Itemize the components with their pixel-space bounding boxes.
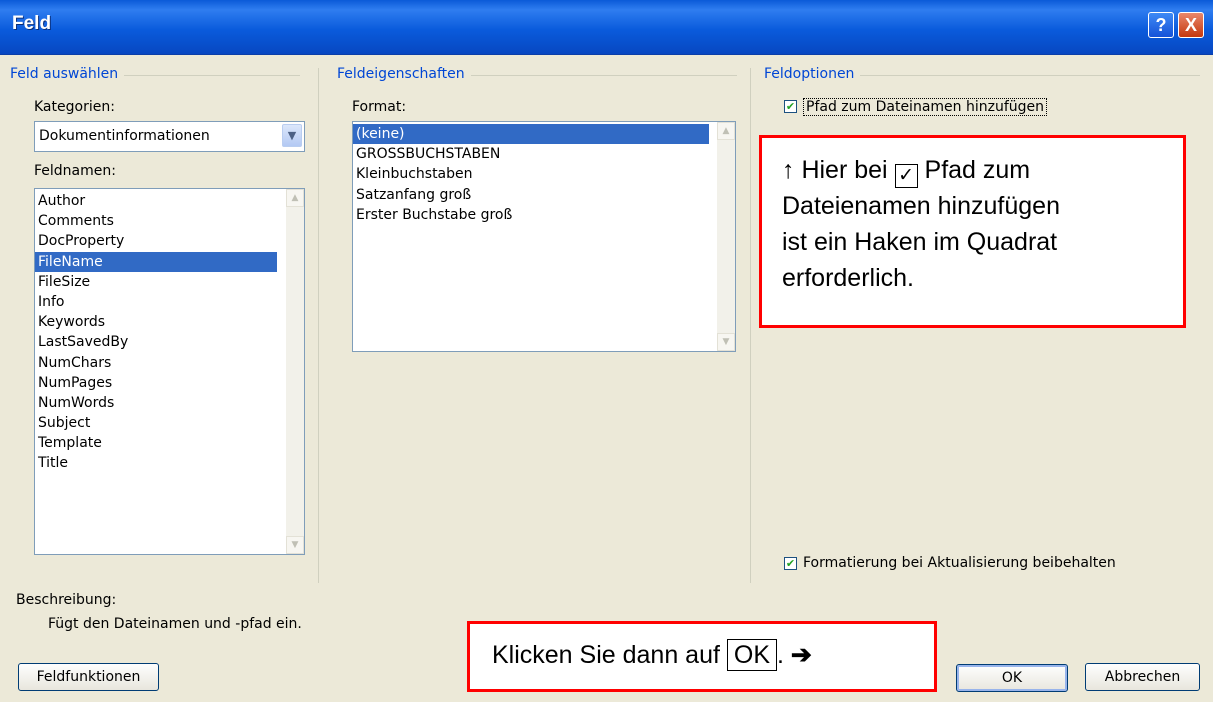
fieldname-item[interactable]: Info (35, 292, 277, 312)
format-scrollbar[interactable]: ▲ ▼ (717, 122, 735, 351)
divider-2 (750, 68, 751, 583)
checkmark-icon: ✔ (785, 100, 796, 113)
format-item[interactable]: (keine) (353, 124, 709, 145)
group-title-properties: Feldeigenschaften (337, 66, 471, 82)
field-codes-button[interactable]: Feldfunktionen (18, 663, 159, 691)
close-button[interactable]: X (1178, 12, 1204, 38)
title-bar: Feld ? X (0, 0, 1213, 55)
window-title: Feld (12, 13, 52, 34)
format-item[interactable]: Kleinbuchstaben (353, 164, 709, 184)
scroll-up-icon[interactable]: ▲ (286, 189, 304, 207)
callout-text-line-4: erforderlich. (782, 264, 914, 292)
add-path-checkbox[interactable]: ✔ (784, 100, 797, 113)
format-item[interactable]: Erster Buchstabe groß (353, 205, 709, 225)
fieldname-item[interactable]: NumPages (35, 373, 277, 393)
format-items: (keine) GROSSBUCHSTABEN Kleinbuchstaben Sat… (353, 122, 709, 225)
ok-button[interactable]: OK (956, 664, 1068, 692)
chevron-down-icon[interactable]: ▼ (282, 124, 302, 147)
format-item[interactable]: Satzanfang groß (353, 185, 709, 205)
arrow-right-icon: ➔ (790, 641, 812, 669)
checkmark-icon: ✔ (785, 557, 796, 570)
fieldname-item[interactable]: NumChars (35, 353, 277, 373)
scroll-down-icon[interactable]: ▼ (286, 536, 304, 554)
callout-text-line-2: Dateienamen hinzufügen (782, 192, 1060, 220)
fieldnames-label: Feldnamen: (34, 163, 116, 179)
callout-text-line-3: ist ein Haken im Quadrat (782, 228, 1058, 256)
scroll-up-icon[interactable]: ▲ (717, 122, 735, 140)
fieldnames-items: Author Comments DocProperty FileName FileSiz… (35, 189, 277, 474)
fieldname-item[interactable]: LastSavedBy (35, 332, 277, 352)
fieldnames-scrollbar[interactable]: ▲ ▼ (286, 189, 304, 554)
callout-text-line-1: Pfad zum (924, 156, 1031, 184)
categories-label: Kategorien: (34, 99, 115, 115)
ok-callout: Klicken Sie dann auf OK. ➔ (467, 621, 937, 692)
add-path-label[interactable]: Pfad zum Dateinamen hinzufügen (803, 98, 1048, 116)
callout-text-klicken: Klicken Sie dann auf (492, 641, 720, 669)
fieldname-item[interactable]: DocProperty (35, 231, 277, 251)
fieldname-item[interactable]: Keywords (35, 312, 277, 332)
callout-period: . (777, 641, 784, 669)
fieldname-item[interactable]: Comments (35, 211, 277, 231)
checkbox-tick-icon: ✓ (894, 164, 918, 188)
group-title-select: Feld auswählen (10, 66, 125, 82)
divider-1 (318, 68, 319, 583)
help-button[interactable]: ? (1148, 12, 1174, 38)
categories-dropdown[interactable]: Dokumentinformationen ▼ (34, 121, 305, 152)
scroll-down-icon[interactable]: ▼ (717, 333, 735, 351)
format-item[interactable]: GROSSBUCHSTABEN (353, 144, 709, 164)
description-label: Beschreibung: (16, 592, 117, 608)
cancel-button[interactable]: Abbrechen (1085, 663, 1200, 691)
fieldnames-list[interactable]: Author Comments DocProperty FileName FileSiz… (34, 188, 305, 555)
fieldname-item[interactable]: Template (35, 433, 277, 453)
callout-ok-box: OK (726, 639, 778, 671)
keep-formatting-checkbox[interactable]: ✔ (784, 557, 797, 570)
format-list[interactable]: (keine) GROSSBUCHSTABEN Kleinbuchstaben Sat… (352, 121, 736, 352)
fieldname-item[interactable]: Subject (35, 413, 277, 433)
format-label: Format: (352, 99, 407, 115)
fieldname-item[interactable]: Title (35, 453, 277, 473)
categories-value: Dokumentinformationen (39, 128, 210, 144)
description-text: Fügt den Dateinamen und -pfad ein. (48, 616, 302, 632)
keep-formatting-label[interactable]: Formatierung bei Aktualisierung beibehal… (803, 555, 1116, 571)
fieldname-item[interactable]: FileName (35, 251, 277, 272)
fieldname-item[interactable]: FileSize (35, 272, 277, 292)
instruction-callout: ↑ Hier bei ✓ Pfad zum Dateienamen hinzuf… (759, 135, 1186, 328)
fieldname-item[interactable]: Author (35, 191, 277, 211)
callout-text-hier: Hier bei (801, 156, 888, 184)
arrow-up-icon: ↑ (782, 156, 795, 184)
fieldname-item[interactable]: NumWords (35, 393, 277, 413)
group-title-options: Feldoptionen (764, 66, 861, 82)
